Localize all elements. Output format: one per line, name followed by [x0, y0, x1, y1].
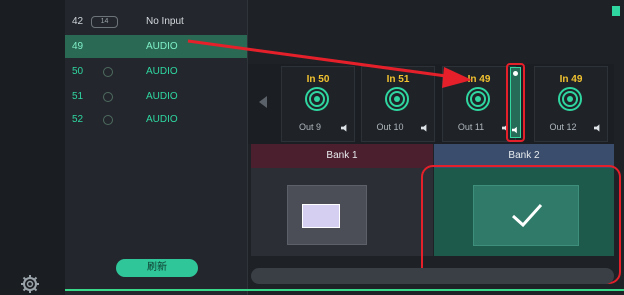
horizontal-scrollbar[interactable]	[251, 268, 614, 284]
input-source-label: In 49	[467, 74, 491, 85]
input-number: 51	[72, 91, 84, 102]
speaker-icon[interactable]	[594, 124, 603, 132]
target-icon	[558, 87, 582, 111]
input-source-label: In 49	[559, 74, 583, 85]
input-type: AUDIO	[146, 66, 178, 77]
input-type: No Input	[146, 16, 184, 27]
left-gutter	[0, 0, 65, 295]
gear-icon[interactable]	[20, 274, 40, 294]
bottom-accent-line	[65, 289, 624, 291]
target-icon	[466, 87, 490, 111]
target-icon	[385, 87, 409, 111]
input-type: AUDIO	[146, 41, 178, 52]
output-label: Out 9	[298, 122, 321, 132]
input-source-label: In 51	[386, 74, 410, 85]
input-source-label: In 50	[306, 74, 330, 85]
input-badge: 14	[91, 15, 118, 28]
output-label: Out 12	[549, 122, 577, 132]
status-dot	[103, 114, 113, 125]
preset-preview	[302, 204, 340, 228]
bank-1-preset[interactable]	[287, 185, 367, 245]
target-icon	[305, 87, 329, 111]
annotation-highlight-bank	[421, 165, 621, 284]
output-card-9[interactable]: In 50 Out 9	[281, 66, 355, 142]
input-number: 49	[72, 41, 84, 52]
input-type: AUDIO	[146, 114, 178, 125]
output-card-11[interactable]: In 49 Out 11	[442, 66, 516, 142]
list-item-input-42[interactable]: 42 14 No Input	[65, 10, 247, 33]
speaker-icon[interactable]	[421, 124, 430, 132]
input-type: AUDIO	[146, 91, 178, 102]
input-number: 52	[72, 114, 84, 125]
list-item-input-49[interactable]: 49 AUDIO	[65, 35, 247, 58]
speaker-icon[interactable]	[341, 124, 350, 132]
annotation-highlight-slider	[506, 63, 525, 142]
list-item-input-51[interactable]: 51 AUDIO	[65, 85, 247, 108]
status-dot	[103, 66, 113, 77]
refresh-button[interactable]: 刷新	[116, 259, 198, 277]
output-label: Out 11	[457, 122, 485, 132]
tab-bank-1[interactable]: Bank 1	[251, 144, 433, 168]
output-label: Out 10	[376, 122, 404, 132]
output-card-10[interactable]: In 51 Out 10	[361, 66, 435, 142]
chevron-left-icon[interactable]	[259, 96, 267, 108]
corner-indicator	[612, 6, 620, 16]
input-number: 42	[72, 16, 84, 27]
list-item-input-52[interactable]: 52 AUDIO	[65, 108, 247, 131]
output-card-12[interactable]: In 49 Out 12	[534, 66, 608, 142]
list-item-input-50[interactable]: 50 AUDIO	[65, 60, 247, 83]
status-dot	[103, 91, 113, 102]
input-list-panel: 42 14 No Input 49 AUDIO 50 AUDIO 51 AUDI…	[65, 0, 248, 295]
input-number: 50	[72, 66, 84, 77]
